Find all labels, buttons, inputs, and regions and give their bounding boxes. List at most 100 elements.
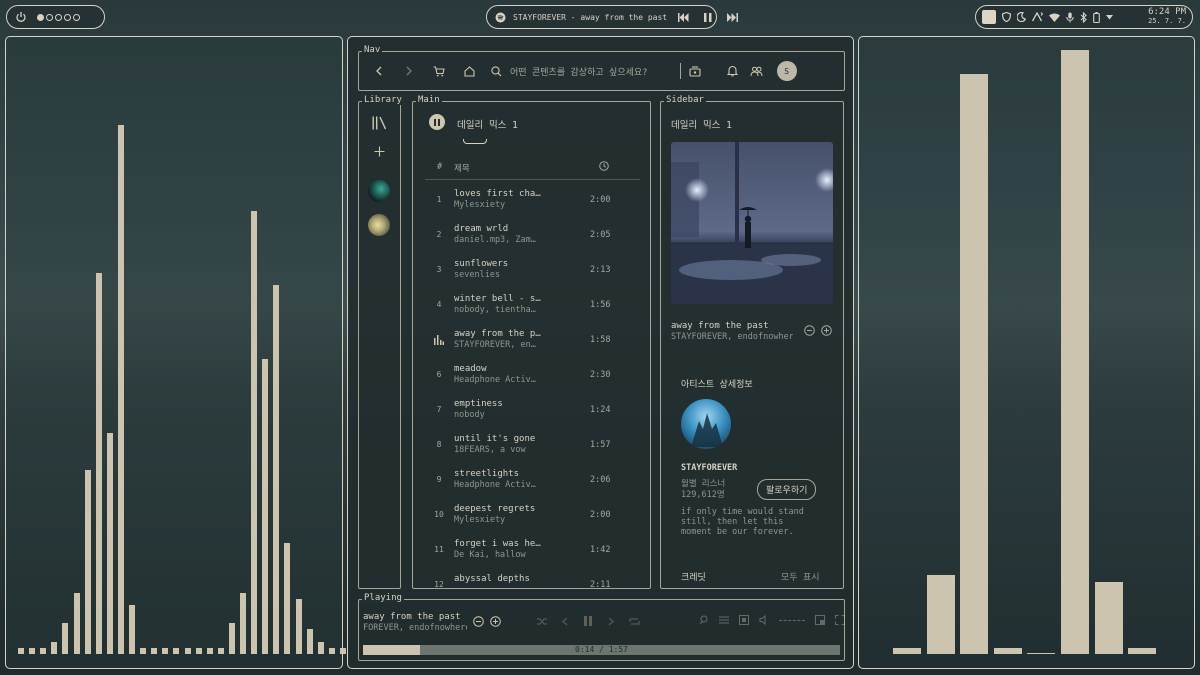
shuffle-icon[interactable] bbox=[537, 617, 547, 626]
library-playlist-cover[interactable] bbox=[368, 180, 390, 202]
follow-button[interactable]: 팔로우하기 bbox=[757, 479, 817, 500]
sidebar-label: Sidebar bbox=[664, 95, 706, 105]
bell-icon[interactable] bbox=[725, 63, 741, 79]
visualizer-bar bbox=[273, 285, 280, 654]
remove-icon[interactable] bbox=[804, 325, 815, 336]
fullscreen-icon[interactable] bbox=[835, 615, 845, 625]
workspace-dot[interactable] bbox=[37, 13, 44, 21]
scroll-indicator bbox=[463, 139, 487, 144]
add-icon[interactable] bbox=[374, 146, 385, 157]
cart-icon[interactable] bbox=[431, 63, 447, 79]
artist-bio-line-3: moment be our forever. bbox=[681, 527, 794, 537]
track-row[interactable]: 12 abyssal depths 2:11 bbox=[413, 569, 650, 588]
repeat-icon[interactable] bbox=[629, 617, 640, 626]
library-artist-cover[interactable] bbox=[368, 214, 390, 236]
track-row[interactable]: 6 meadow Headphone Activ… 2:30 bbox=[413, 359, 650, 394]
playing-section: Playing away from the past FOREVER, endo… bbox=[358, 593, 845, 661]
visualizer-bar bbox=[29, 647, 36, 654]
track-artist: nobody bbox=[454, 410, 485, 420]
user-avatar[interactable]: S bbox=[776, 61, 797, 81]
media-pill: STAYFOREVER - away from the past bbox=[486, 5, 739, 29]
shield-icon[interactable] bbox=[1002, 12, 1011, 22]
show-all-link[interactable]: 모두 표시 bbox=[781, 570, 820, 583]
album-cover bbox=[671, 142, 833, 304]
search-input[interactable]: 어떤 콘텐츠를 감상하고 싶으세요? bbox=[510, 65, 648, 78]
main-label: Main bbox=[416, 95, 442, 105]
wifi-icon[interactable] bbox=[1049, 13, 1060, 22]
track-duration: 1:58 bbox=[590, 335, 611, 345]
track-title: deepest regrets bbox=[454, 504, 536, 514]
pause-icon[interactable] bbox=[704, 12, 712, 22]
chevron-down-icon[interactable] bbox=[1106, 14, 1113, 20]
devices-icon[interactable] bbox=[739, 615, 749, 625]
microphone-icon[interactable] bbox=[1066, 12, 1074, 23]
playing-label: Playing bbox=[362, 593, 404, 603]
track-row[interactable]: 3 sunflowers sevenlies 2:13 bbox=[413, 254, 650, 289]
pause-icon[interactable] bbox=[583, 616, 593, 626]
track-row[interactable]: 1 loves first cha… Mylesxiety 2:00 bbox=[413, 184, 650, 219]
artist-name[interactable]: STAYFOREVER bbox=[681, 463, 737, 473]
track-artist: sevenlies bbox=[454, 270, 501, 280]
track-row[interactable]: 8 until it's gone 18FEARS, a vow 1:57 bbox=[413, 429, 650, 464]
bluetooth-icon[interactable] bbox=[1080, 11, 1087, 23]
queue-icon[interactable] bbox=[719, 615, 729, 625]
track-row[interactable]: away from the p… STAYFOREVER, en… 1:58 bbox=[413, 324, 650, 359]
search-bar[interactable]: 어떤 콘텐츠를 감상하고 싶으세요? bbox=[491, 65, 648, 78]
visualizer-bar bbox=[960, 74, 989, 654]
artist-avatar[interactable] bbox=[681, 399, 731, 449]
battery-icon[interactable] bbox=[1093, 11, 1100, 23]
artist-section-title: 아티스트 상세정보 bbox=[681, 380, 753, 390]
add-to-playlist-icon[interactable] bbox=[490, 616, 501, 627]
track-row[interactable]: 2 dream wrld daniel.mp3, Zam… 2:05 bbox=[413, 219, 650, 254]
track-row[interactable]: 9 streetlights Headphone Activ… 2:06 bbox=[413, 464, 650, 499]
color-swatch-icon[interactable] bbox=[982, 10, 996, 24]
workspace-indicators bbox=[37, 13, 80, 21]
library-icon[interactable] bbox=[372, 116, 387, 130]
progress-bar[interactable]: 0:14 / 1:57 bbox=[363, 645, 840, 655]
track-row[interactable]: 11 forget i was he… De Kai, hallow 1:42 bbox=[413, 534, 650, 569]
clock[interactable]: 6:24 PM 25. 7. 7. bbox=[1148, 8, 1186, 26]
track-list: 1 loves first cha… Mylesxiety 2:00 2 dream wr… bbox=[413, 184, 650, 588]
visualizer-bar bbox=[51, 641, 58, 654]
track-duration: 2:30 bbox=[590, 370, 611, 380]
previous-icon[interactable] bbox=[678, 12, 689, 22]
mini-player-icon[interactable] bbox=[815, 615, 825, 625]
visualizer-bar bbox=[1128, 647, 1157, 654]
volume-icon[interactable] bbox=[759, 615, 769, 625]
friends-icon[interactable] bbox=[749, 63, 765, 79]
power-icon[interactable] bbox=[15, 11, 27, 23]
add-to-playlist-icon[interactable] bbox=[821, 325, 832, 336]
back-icon[interactable] bbox=[371, 63, 387, 79]
header-divider bbox=[425, 179, 640, 180]
network-icon[interactable] bbox=[1032, 12, 1043, 22]
play-pause-button[interactable] bbox=[429, 114, 445, 130]
music-app-icon[interactable] bbox=[495, 12, 506, 23]
track-row[interactable]: 7 emptiness nobody 1:24 bbox=[413, 394, 650, 429]
lyrics-icon[interactable] bbox=[699, 615, 709, 625]
track-title: meadow bbox=[454, 364, 487, 374]
workspace-dot[interactable] bbox=[73, 13, 80, 21]
next-icon[interactable] bbox=[727, 12, 739, 22]
workspace-dot[interactable] bbox=[64, 13, 71, 21]
home-icon[interactable] bbox=[461, 63, 477, 79]
moon-icon[interactable] bbox=[1017, 12, 1026, 22]
column-title-header[interactable]: 제목 bbox=[454, 162, 470, 174]
browse-icon[interactable] bbox=[687, 63, 703, 79]
track-row[interactable]: 4 winter bell - s… nobody, tientha… 1:56 bbox=[413, 289, 650, 324]
volume-slider[interactable] bbox=[779, 619, 805, 621]
visualizer-bar bbox=[173, 647, 180, 654]
previous-icon[interactable] bbox=[561, 617, 569, 626]
visualizer-bar bbox=[317, 641, 324, 654]
workspace-dot[interactable] bbox=[46, 13, 53, 21]
playing-artist: FOREVER, endofnowhere bbox=[363, 623, 467, 633]
visualizer-bar bbox=[262, 358, 269, 654]
remove-icon[interactable] bbox=[473, 616, 484, 627]
track-row[interactable]: 10 deepest regrets Mylesxiety 2:00 bbox=[413, 499, 650, 534]
track-number: 2 bbox=[436, 230, 442, 239]
next-icon[interactable] bbox=[607, 617, 615, 626]
forward-icon[interactable] bbox=[401, 63, 417, 79]
workspace-dot[interactable] bbox=[55, 13, 62, 21]
visualizer-bar bbox=[1027, 652, 1056, 654]
track-duration: 1:42 bbox=[590, 545, 611, 555]
track-artist: Mylesxiety bbox=[454, 515, 506, 525]
